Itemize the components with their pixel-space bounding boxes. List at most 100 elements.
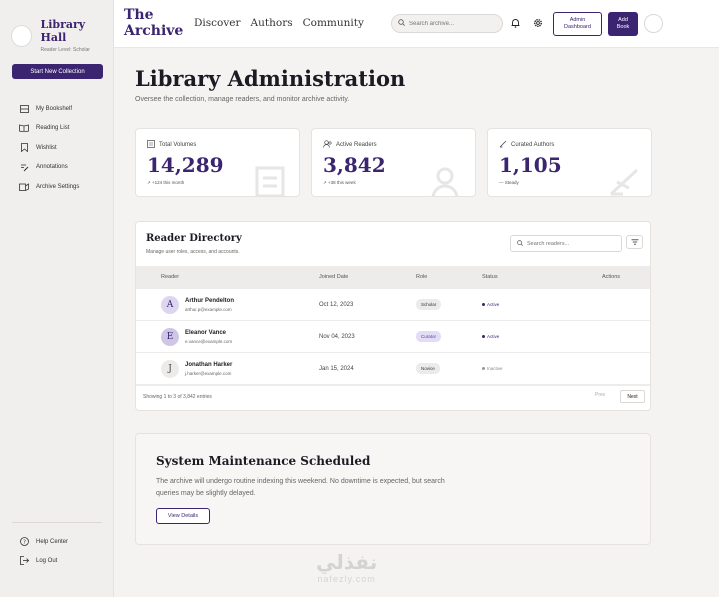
sidebar-item-reading-list[interactable]: Reading List [19,119,79,139]
sidebar-footer: ? Help Center Log Out [19,532,68,570]
search-icon [517,239,523,248]
admin-dashboard-button[interactable]: Admin Dashboard [553,12,602,36]
reader-email: arthur.p@example.com [185,307,232,312]
top-header: The Archive Discover Authors Community A… [114,0,719,48]
status-dot [482,367,485,370]
readers-icon [323,140,332,150]
reader-name: Jonathan Harker [185,362,233,368]
stat-value: 3,842 [323,153,386,177]
bookshelf-icon [19,104,29,114]
column-status[interactable]: Status [482,274,498,280]
nav-community[interactable]: Community [303,17,364,29]
logo-line1: The [124,7,154,23]
status-text: Inactive [487,366,503,371]
stat-value: 14,289 [147,153,224,177]
stat-delta: ↗ +124 this month [147,180,184,186]
sidebar-item-label: Wishlist [36,144,57,151]
bell-icon[interactable] [511,18,521,28]
stat-delta: — Steady [499,180,519,185]
archive-icon [19,182,29,192]
sidebar-item-label: Archive Settings [36,183,80,190]
app-logo[interactable]: The Archive [124,7,183,39]
authors-bg-icon [607,166,643,196]
maintenance-text: The archive will undergo routine indexin… [156,478,445,497]
sidebar-item-wishlist[interactable]: Wishlist [19,138,79,158]
table-header: Reader Joined Date Role Status Actions [136,266,650,289]
table-footer-divider [136,385,650,386]
column-actions: Actions [602,274,621,280]
volumes-icon [147,140,155,150]
filter-icon [631,238,639,247]
table-row[interactable]: A Arthur Pendelton arthur.p@example.com … [136,289,650,321]
new-collection-button[interactable]: Start New Collection [12,64,103,79]
status-text: Active [487,302,500,307]
stat-delta-text: Steady [504,180,519,185]
logout-link[interactable]: Log Out [19,551,68,570]
book-open-icon [19,123,29,133]
stat-delta: ↗ +38 this week [323,180,356,186]
sidebar-item-label: My Bookshelf [36,105,73,112]
directory-subtitle: Manage user roles, access, and accounts. [146,249,240,255]
column-role[interactable]: Role [416,274,427,280]
watermark-arabic: نفذلي [316,552,378,574]
table-row[interactable]: E Eleanor Vance e.vance@example.com Nov … [136,321,650,353]
stat-label: Total Volumes [159,142,197,148]
archive-search [391,14,503,33]
add-line2: Book [616,24,630,30]
role-badge: Novice [416,363,440,374]
stat-delta-text: +124 this month [152,180,185,185]
sidebar-item-label: Reading List [36,125,70,132]
dash-icon: — [499,180,504,185]
bookmark-icon [19,143,29,153]
sidebar-item-annotations[interactable]: Annotations [19,158,79,178]
user-avatar[interactable] [644,14,663,33]
trend-up-icon: ↗ [147,180,151,185]
prev-page-button[interactable]: Prev [595,392,605,398]
trend-up-icon: ↗ [323,180,327,185]
gear-icon[interactable] [533,18,543,28]
brand-title: Library Hall [40,18,86,44]
table-row[interactable]: J Jonathan Harker j.harker@example.com J… [136,353,650,385]
reader-name: Eleanor Vance [185,330,227,336]
volumes-bg-icon [255,166,291,196]
stat-card-volumes: Total Volumes 14,289 ↗ +124 this month [135,128,300,197]
brand-subtitle: Reader Level: Scholar [40,47,90,53]
reader-name: Arthur Pendelton [185,298,234,304]
logout-label: Log Out [36,557,58,564]
help-center-label: Help Center [36,538,69,545]
add-line1: Add [618,17,628,23]
filter-button[interactable] [626,235,643,249]
view-details-button[interactable]: View Details [156,508,210,524]
stat-value: 1,105 [499,153,562,177]
reader-search [510,235,622,252]
help-center-link[interactable]: ? Help Center [19,532,68,551]
column-joined-date[interactable]: Joined Date [319,274,348,280]
stat-label: Active Readers [336,142,377,148]
nav-authors[interactable]: Authors [251,17,293,29]
directory-title: Reader Directory [146,233,242,244]
column-reader[interactable]: Reader [161,274,179,280]
reader-search-input[interactable] [527,240,617,247]
search-icon [398,19,405,28]
reader-email: j.harker@example.com [185,371,232,376]
sidebar-item-bookshelf[interactable]: My Bookshelf [19,99,79,119]
archive-search-input[interactable] [409,20,499,27]
stat-card-authors: Curated Authors 1,105 — Steady [487,128,652,197]
stat-delta-text: +38 this week [328,180,356,185]
maintenance-notice: System Maintenance Scheduled The archive… [135,433,651,545]
pagination-summary: Showing 1 to 3 of 3,842 entries [143,394,212,400]
next-page-button[interactable]: Next [620,390,645,403]
sidebar-item-archive-settings[interactable]: Archive Settings [19,177,79,197]
add-book-button[interactable]: Add Book [608,12,638,36]
stat-card-readers: Active Readers 3,842 ↗ +38 this week [311,128,476,197]
sidebar-item-label: Annotations [36,164,68,171]
reader-directory: Reader Directory Manage user roles, acce… [135,221,651,411]
stat-label: Curated Authors [511,142,555,148]
nav-discover[interactable]: Discover [194,17,241,29]
avatar: J [161,360,179,378]
stat-label-row: Curated Authors [499,140,554,150]
stat-label-row: Active Readers [323,140,377,150]
sidebar-divider [12,522,102,523]
status-dot [482,303,485,306]
watermark: نفذلي nafezly.com [316,552,377,584]
